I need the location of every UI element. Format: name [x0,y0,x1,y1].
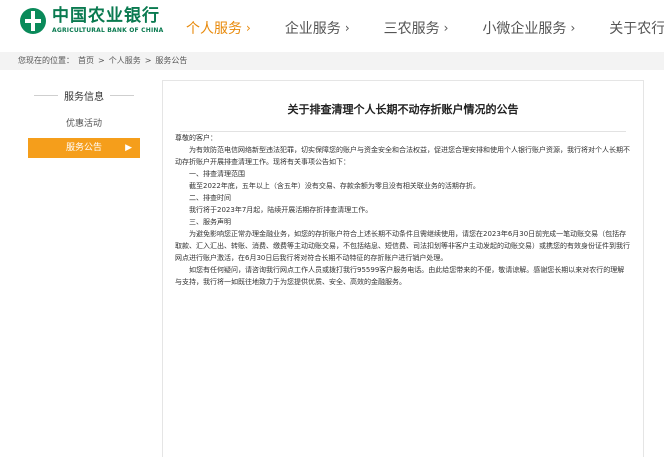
breadcrumb-link-personal[interactable]: 个人服务 [109,56,141,65]
breadcrumb: 您现在的位置： 首页 > 个人服务 > 服务公告 [0,52,664,70]
logo-name-en: AGRICULTURAL BANK OF CHINA [52,27,164,34]
sidebar-item-label: 服务公告 [65,143,102,153]
notice-panel: 关于排查清理个人长期不动存折账户情况的公告 尊敬的客户： 为有效防范电信网络新型… [162,80,644,457]
breadcrumb-prefix: 您现在的位置： [18,56,74,65]
nav-item-personal[interactable]: 个人服务 › [186,18,251,38]
nav-item-label: 企业服务 [284,21,341,37]
notice-title: 关于排查清理个人长期不动存折账户情况的公告 [287,103,519,116]
main-nav: 个人服务 › 企业服务 › 三农服务 › 小微企业服务 › 关于农行 › [186,18,664,38]
nav-item-label: 三农服务 [383,21,440,37]
sidebar-item-announcements[interactable]: 服务公告 ▶ [28,138,140,158]
chevron-right-icon: › [246,21,251,35]
section-heading: 三、服务声明 [189,218,231,226]
breadcrumb-link-home[interactable]: 首页 [78,56,94,65]
section-text: 我行将于2023年7月起，陆续开展活期存折排查清理工作。 [189,206,373,214]
chevron-right-icon: › [344,21,350,35]
site-header: 中国农业银行 AGRICULTURAL BANK OF CHINA 个人服务 ›… [0,0,664,52]
section-heading: 二、排查时间 [189,194,231,202]
notice-greeting: 尊敬的客户： [175,134,217,142]
sidebar-item-promotions[interactable]: 优惠活动 [28,114,140,134]
nav-item-small-business[interactable]: 小微企业服务 › [482,18,575,38]
bank-logo[interactable]: 中国农业银行 AGRICULTURAL BANK OF CHINA [20,6,163,35]
section-heading: 一、排查清理范围 [189,170,245,178]
logo-name-cn: 中国农业银行 [52,6,160,26]
breadcrumb-current: 服务公告 [155,56,188,65]
divider [110,94,134,96]
nav-item-label: 个人服务 [186,21,242,37]
breadcrumb-separator: > [98,56,105,65]
chevron-right-icon: › [570,21,576,35]
notice-closing: 如您有任何疑问，请咨询我行网点工作人员或拨打我行95599客户服务电话。由此给您… [175,266,625,286]
caret-right-icon: ▶ [125,143,132,153]
notice-intro: 为有效防范电信网络新型违法犯罪，切实保障您的账户与资金安全和合法权益，促进您合理… [175,146,630,166]
logo-text: 中国农业银行 AGRICULTURAL BANK OF CHINA [52,6,163,35]
nav-item-rural[interactable]: 三农服务 › [384,18,449,38]
nav-item-label: 关于农行 [609,21,664,37]
section-text: 截至2022年底，五年以上（含五年）没有交易、存款余额为零且没有相关联业务的活期… [189,182,480,190]
divider [34,94,58,96]
notice-body: 尊敬的客户： 为有效防范电信网络新型违法犯罪，切实保障您的账户与资金安全和合法权… [163,132,643,288]
nav-item-label: 小微企业服务 [482,21,567,37]
section-text: 为避免影响您正常办理金融业务，如您的存折账户符合上述长期不动条件且需继续使用，请… [175,230,630,262]
breadcrumb-separator: > [144,56,152,65]
sidebar-title: 服务信息 [28,86,140,104]
nav-item-corporate[interactable]: 企业服务 › [285,18,350,38]
sidebar: 服务信息 优惠活动 服务公告 ▶ [28,86,140,158]
nav-item-about[interactable]: 关于农行 › [609,18,664,38]
chevron-right-icon: › [443,21,449,35]
sidebar-title-text: 服务信息 [64,91,104,103]
abc-logo-icon [20,7,46,34]
